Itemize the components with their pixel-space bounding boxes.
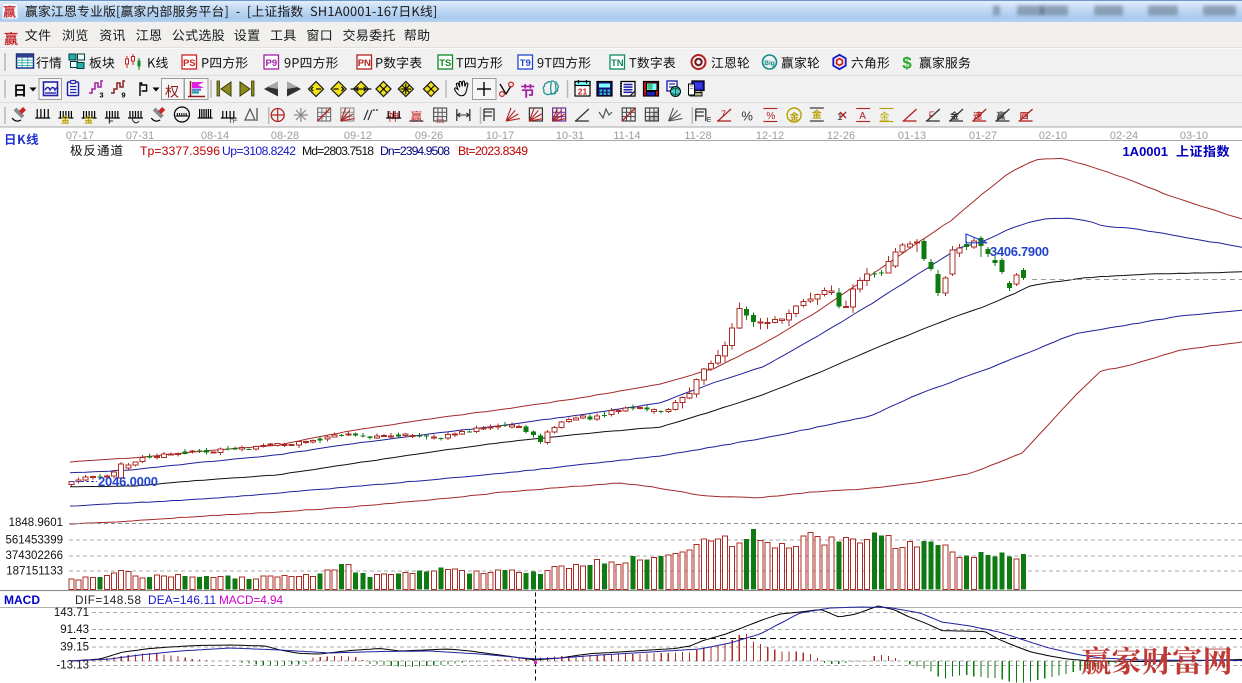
svg-text:A: A [859, 111, 866, 122]
svg-text:%: % [766, 111, 775, 122]
svg-text:DIF=148.58: DIF=148.58 [75, 593, 141, 607]
svg-text:F: F [108, 116, 113, 126]
svg-text:$: $ [902, 54, 912, 73]
svg-text:n²: n² [230, 116, 237, 125]
svg-text:Up=3108.8242: Up=3108.8242 [222, 144, 296, 158]
svg-text:123: 123 [436, 119, 445, 125]
svg-text:Big: Big [764, 60, 775, 67]
svg-text:7: 7 [721, 109, 726, 119]
svg-text:9: 9 [121, 91, 125, 100]
svg-text:91.43: 91.43 [60, 624, 89, 636]
svg-text:1A0001: 1A0001 [1122, 144, 1168, 159]
svg-text:187151133: 187151133 [6, 566, 63, 578]
svg-text:PS: PS [183, 58, 196, 69]
svg-text:MACD: MACD [4, 593, 40, 607]
svg-text:143.71: 143.71 [54, 607, 89, 619]
svg-text:Bt=2023.8349: Bt=2023.8349 [458, 144, 528, 158]
svg-text:1848.9601: 1848.9601 [9, 517, 63, 529]
svg-text:F: F [929, 110, 935, 120]
svg-text:Dn=2394.9508: Dn=2394.9508 [380, 144, 450, 158]
svg-text:%: % [741, 109, 753, 124]
svg-text:3: 3 [99, 91, 103, 100]
svg-text:3406.7900: 3406.7900 [990, 244, 1049, 259]
svg-text:T9: T9 [520, 58, 531, 69]
svg-text:E: E [707, 117, 712, 124]
svg-text:39.15: 39.15 [60, 642, 89, 654]
svg-text:561453399: 561453399 [5, 535, 63, 547]
svg-text:TN: TN [611, 58, 624, 69]
svg-text:Tp=3377.3596: Tp=3377.3596 [140, 144, 220, 158]
svg-text:2046.0000: 2046.0000 [98, 474, 158, 489]
svg-text:TS: TS [439, 58, 451, 69]
svg-text:21: 21 [578, 87, 588, 97]
svg-text:Md=2803.7518: Md=2803.7518 [302, 144, 374, 158]
svg-text:MACD=4.94: MACD=4.94 [219, 593, 283, 607]
svg-text:374302266: 374302266 [5, 550, 63, 562]
svg-text:DEA=146.11: DEA=146.11 [148, 593, 216, 607]
svg-text:PN: PN [358, 58, 371, 69]
svg-text:P9: P9 [265, 58, 277, 69]
